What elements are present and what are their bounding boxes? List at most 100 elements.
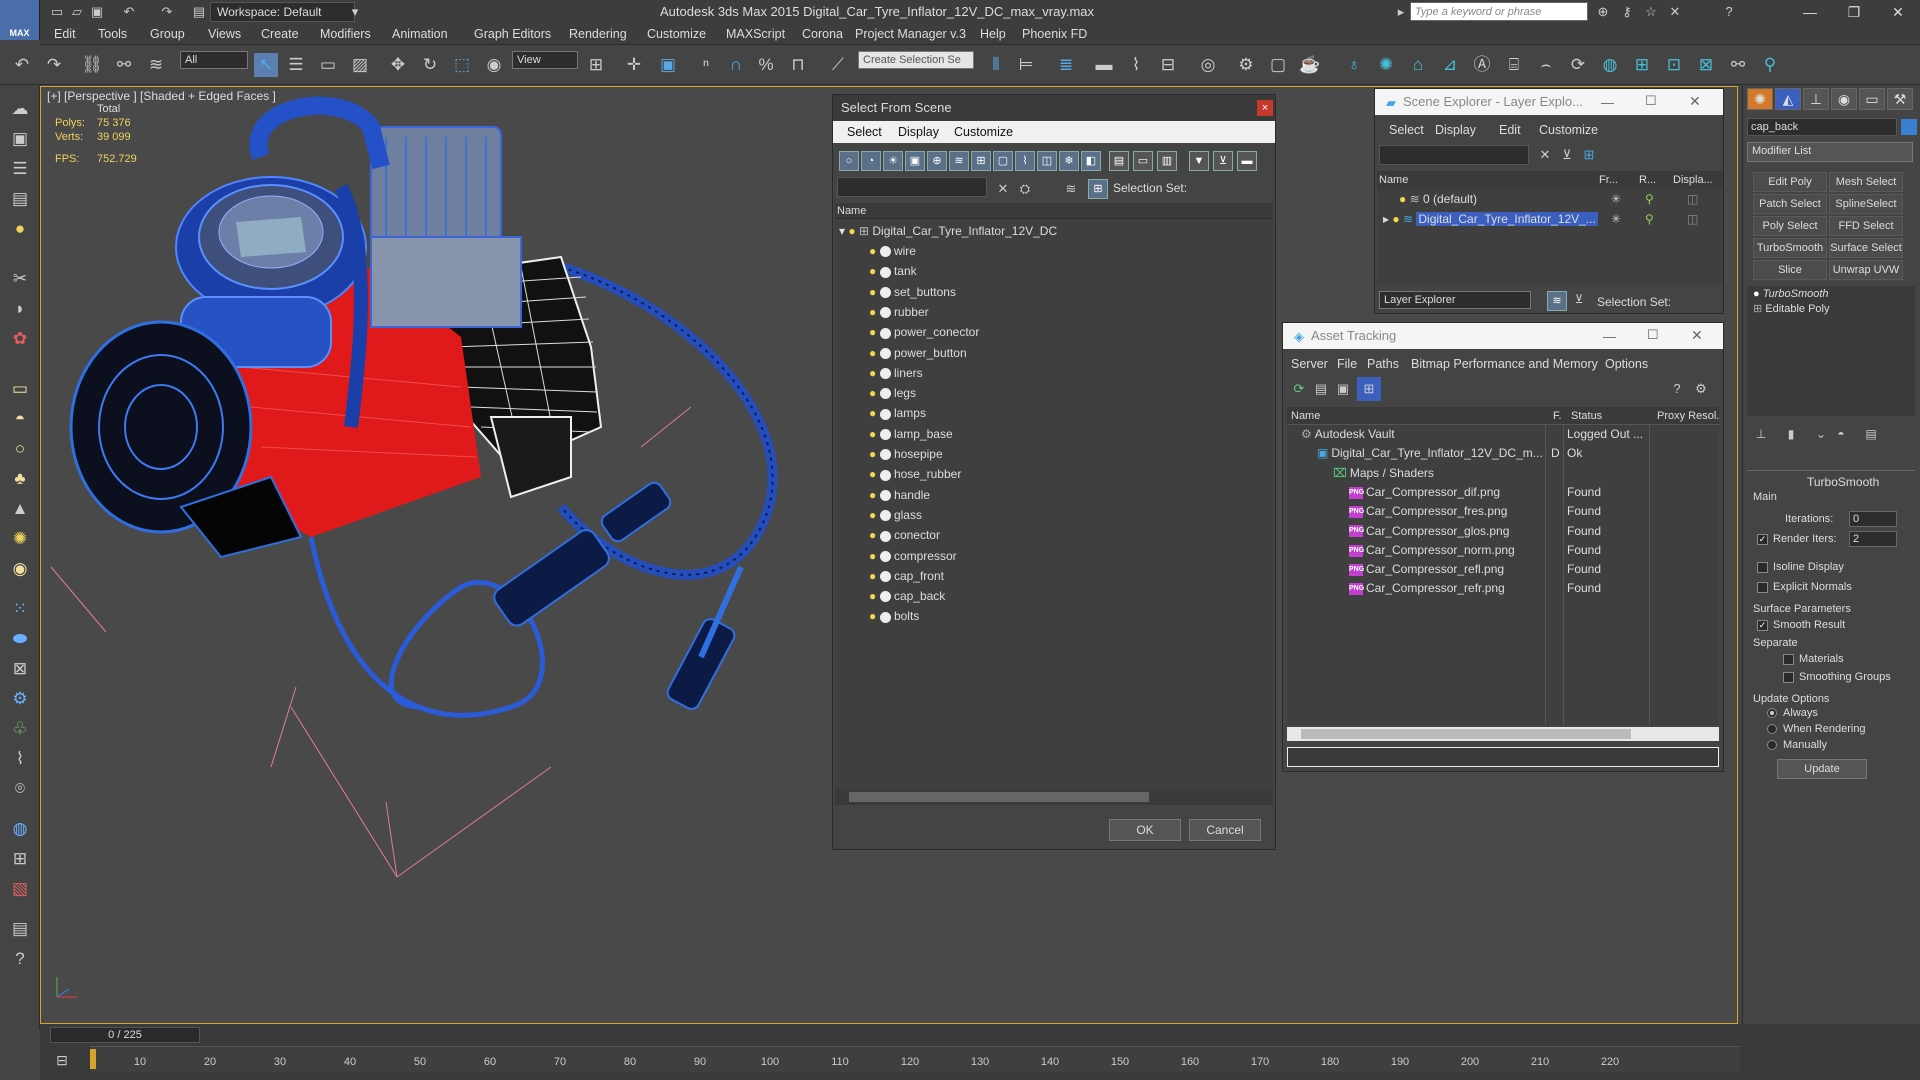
- unlink-icon[interactable]: ⚯: [112, 53, 136, 77]
- visibility-bulb-icon[interactable]: ●: [869, 467, 876, 481]
- visibility-bulb-icon[interactable]: ●: [869, 244, 876, 258]
- find-input[interactable]: [837, 177, 987, 197]
- teapot-icon[interactable]: ⚲: [1645, 189, 1654, 209]
- mod-turbosmooth-button[interactable]: TurboSmooth: [1753, 238, 1827, 258]
- visibility-bulb-icon[interactable]: ●: [869, 609, 876, 623]
- help-icon[interactable]: ?: [1665, 377, 1689, 401]
- render-element-icon[interactable]: ◍: [1598, 53, 1622, 77]
- mod-slice-button[interactable]: Slice: [1753, 260, 1827, 280]
- close-icon[interactable]: ✕: [1876, 0, 1920, 24]
- render-setup-icon[interactable]: ⚙: [1234, 53, 1258, 77]
- layer-add-icon[interactable]: ⊞: [1577, 143, 1601, 167]
- menu-customize[interactable]: Customize: [1539, 123, 1598, 137]
- particles-icon[interactable]: ⁙: [7, 596, 33, 622]
- refresh-icon[interactable]: ⟳: [1566, 53, 1590, 77]
- menu-maxscript[interactable]: MAXScript: [726, 27, 785, 41]
- update-manually-radio[interactable]: Manually: [1767, 739, 1827, 751]
- manipulate-icon[interactable]: ✛: [622, 53, 646, 77]
- menu-project-manager[interactable]: Project Manager v.3: [855, 27, 966, 41]
- hierarchy-icon[interactable]: ⊻: [1567, 287, 1591, 311]
- light-icon[interactable]: ♁: [1342, 53, 1366, 77]
- table-icon[interactable]: ▤: [7, 186, 33, 212]
- list-item[interactable]: ● compressor: [835, 546, 1271, 566]
- visibility-bulb-icon[interactable]: ●: [869, 285, 876, 299]
- column-name[interactable]: Name: [837, 205, 866, 217]
- rollout-header[interactable]: TurboSmooth: [1807, 475, 1879, 489]
- close-icon[interactable]: ✕: [1691, 327, 1703, 344]
- grid-icon[interactable]: ⊞: [1630, 53, 1654, 77]
- list-item[interactable]: ● power_conector: [835, 322, 1271, 342]
- mod-unwrap-uvw-button[interactable]: Unwrap UVW: [1829, 260, 1903, 280]
- visibility-bulb-icon[interactable]: ●: [869, 305, 876, 319]
- mod-surface-select-button[interactable]: Surface Select: [1829, 238, 1903, 258]
- asset-row[interactable]: ⚙ Autodesk Vault: [1301, 425, 1545, 444]
- sound-icon[interactable]: ◗: [7, 296, 33, 322]
- filter-cameras-icon[interactable]: ▣: [905, 151, 925, 171]
- stack-item-turbosmooth[interactable]: ● TurboSmooth: [1753, 288, 1829, 300]
- globe-icon[interactable]: ◍: [7, 816, 33, 842]
- visibility-bulb-icon[interactable]: ●: [869, 386, 876, 400]
- layer-row[interactable]: ● ≋ 0 (default) ✳ ⚲ ◫: [1377, 189, 1723, 209]
- menu-display[interactable]: Display: [1435, 123, 1476, 137]
- pin-stack-icon[interactable]: ⊥: [1749, 422, 1773, 446]
- render-production-icon[interactable]: ☕: [1298, 53, 1322, 77]
- horizontal-scrollbar[interactable]: [835, 789, 1273, 805]
- freeze-icon[interactable]: ✳: [1611, 209, 1621, 229]
- filter-shapes-icon[interactable]: ◔: [861, 151, 881, 171]
- list-item[interactable]: ● handle: [835, 485, 1271, 505]
- filter-hidden-icon[interactable]: ◧: [1081, 151, 1101, 171]
- film-icon[interactable]: ✿: [7, 326, 33, 352]
- filter-geometry-icon[interactable]: ○: [839, 151, 859, 171]
- snaps-toggle-icon[interactable]: ⁿ: [694, 53, 718, 77]
- smoothing-groups-checkbox[interactable]: Smoothing Groups: [1783, 671, 1891, 683]
- menu-edit[interactable]: Edit: [1499, 123, 1521, 137]
- asset-row[interactable]: PNG Car_Compressor_fres.png: [1349, 502, 1545, 521]
- spinner-snap-icon[interactable]: ⊓: [786, 53, 810, 77]
- project-folder-icon[interactable]: ▤: [190, 3, 208, 21]
- new-file-icon[interactable]: ▭: [48, 3, 66, 21]
- ring-icon[interactable]: ◉: [7, 556, 33, 582]
- visibility-bulb-icon[interactable]: ●: [869, 427, 876, 441]
- layers-icon[interactable]: ≋: [1547, 291, 1567, 311]
- teapot-icon[interactable]: ⚲: [1758, 53, 1782, 77]
- percent-snap-icon[interactable]: %: [754, 53, 778, 77]
- mod-edit-poly-button[interactable]: Edit Poly: [1753, 172, 1827, 192]
- curve-editor-icon[interactable]: ⌇: [1124, 53, 1148, 77]
- visibility-bulb-icon[interactable]: ●: [869, 549, 876, 563]
- close-icon[interactable]: ✕: [1689, 93, 1701, 110]
- scatter-icon[interactable]: ⌾: [7, 776, 33, 802]
- collapse-icon[interactable]: ▬: [1237, 151, 1257, 171]
- visibility-bulb-icon[interactable]: ●: [869, 508, 876, 522]
- configure-sets-icon[interactable]: ▤: [1859, 422, 1883, 446]
- path-field[interactable]: [1287, 747, 1719, 767]
- menu-customize[interactable]: Customize: [647, 27, 706, 41]
- display-icon[interactable]: ◫: [1687, 209, 1698, 229]
- selection-filter-dropdown[interactable]: All: [180, 51, 248, 69]
- list-item[interactable]: ● tank: [835, 261, 1271, 281]
- layer-row[interactable]: ▸ ● ≋ Digital_Car_Tyre_Inflator_12V_... …: [1377, 209, 1723, 229]
- update-always-radio[interactable]: Always: [1767, 707, 1818, 719]
- plant-icon[interactable]: ♣: [7, 466, 33, 492]
- restore-icon[interactable]: ❐: [1832, 0, 1876, 24]
- modifier-stack[interactable]: ● TurboSmooth ⊞ Editable Poly: [1747, 286, 1915, 416]
- material-editor-icon[interactable]: ◎: [1196, 53, 1220, 77]
- mod-mesh-select-button[interactable]: Mesh Select: [1829, 172, 1903, 192]
- menu-phoenix-fd[interactable]: Phoenix FD: [1022, 27, 1087, 41]
- thumbnail-view-icon[interactable]: ▣: [1331, 377, 1355, 401]
- menu-tools[interactable]: Tools: [98, 27, 127, 41]
- display-icon[interactable]: ◫: [1687, 189, 1698, 209]
- menu-options[interactable]: Options: [1605, 357, 1648, 371]
- dome-icon[interactable]: ◓: [7, 406, 33, 432]
- iterations-spinner[interactable]: 0: [1849, 511, 1897, 527]
- utilities-tab-icon[interactable]: ⚒: [1887, 88, 1913, 110]
- list-item[interactable]: ● conector: [835, 525, 1271, 545]
- time-cursor[interactable]: [90, 1049, 96, 1069]
- asset-row[interactable]: ▣ Digital_Car_Tyre_Inflator_12V_DC_m...: [1317, 444, 1545, 463]
- minimize-icon[interactable]: —: [1788, 0, 1832, 24]
- link-tool-icon[interactable]: ⚯: [1726, 53, 1750, 77]
- visibility-bulb-icon[interactable]: ●: [869, 325, 876, 339]
- visibility-bulb-icon[interactable]: ●: [869, 488, 876, 502]
- ribbon-icon[interactable]: ▬: [1092, 53, 1116, 77]
- explicit-normals-checkbox[interactable]: Explicit Normals: [1757, 581, 1852, 593]
- column-proxy-resolution[interactable]: Proxy Resol.: [1657, 410, 1719, 422]
